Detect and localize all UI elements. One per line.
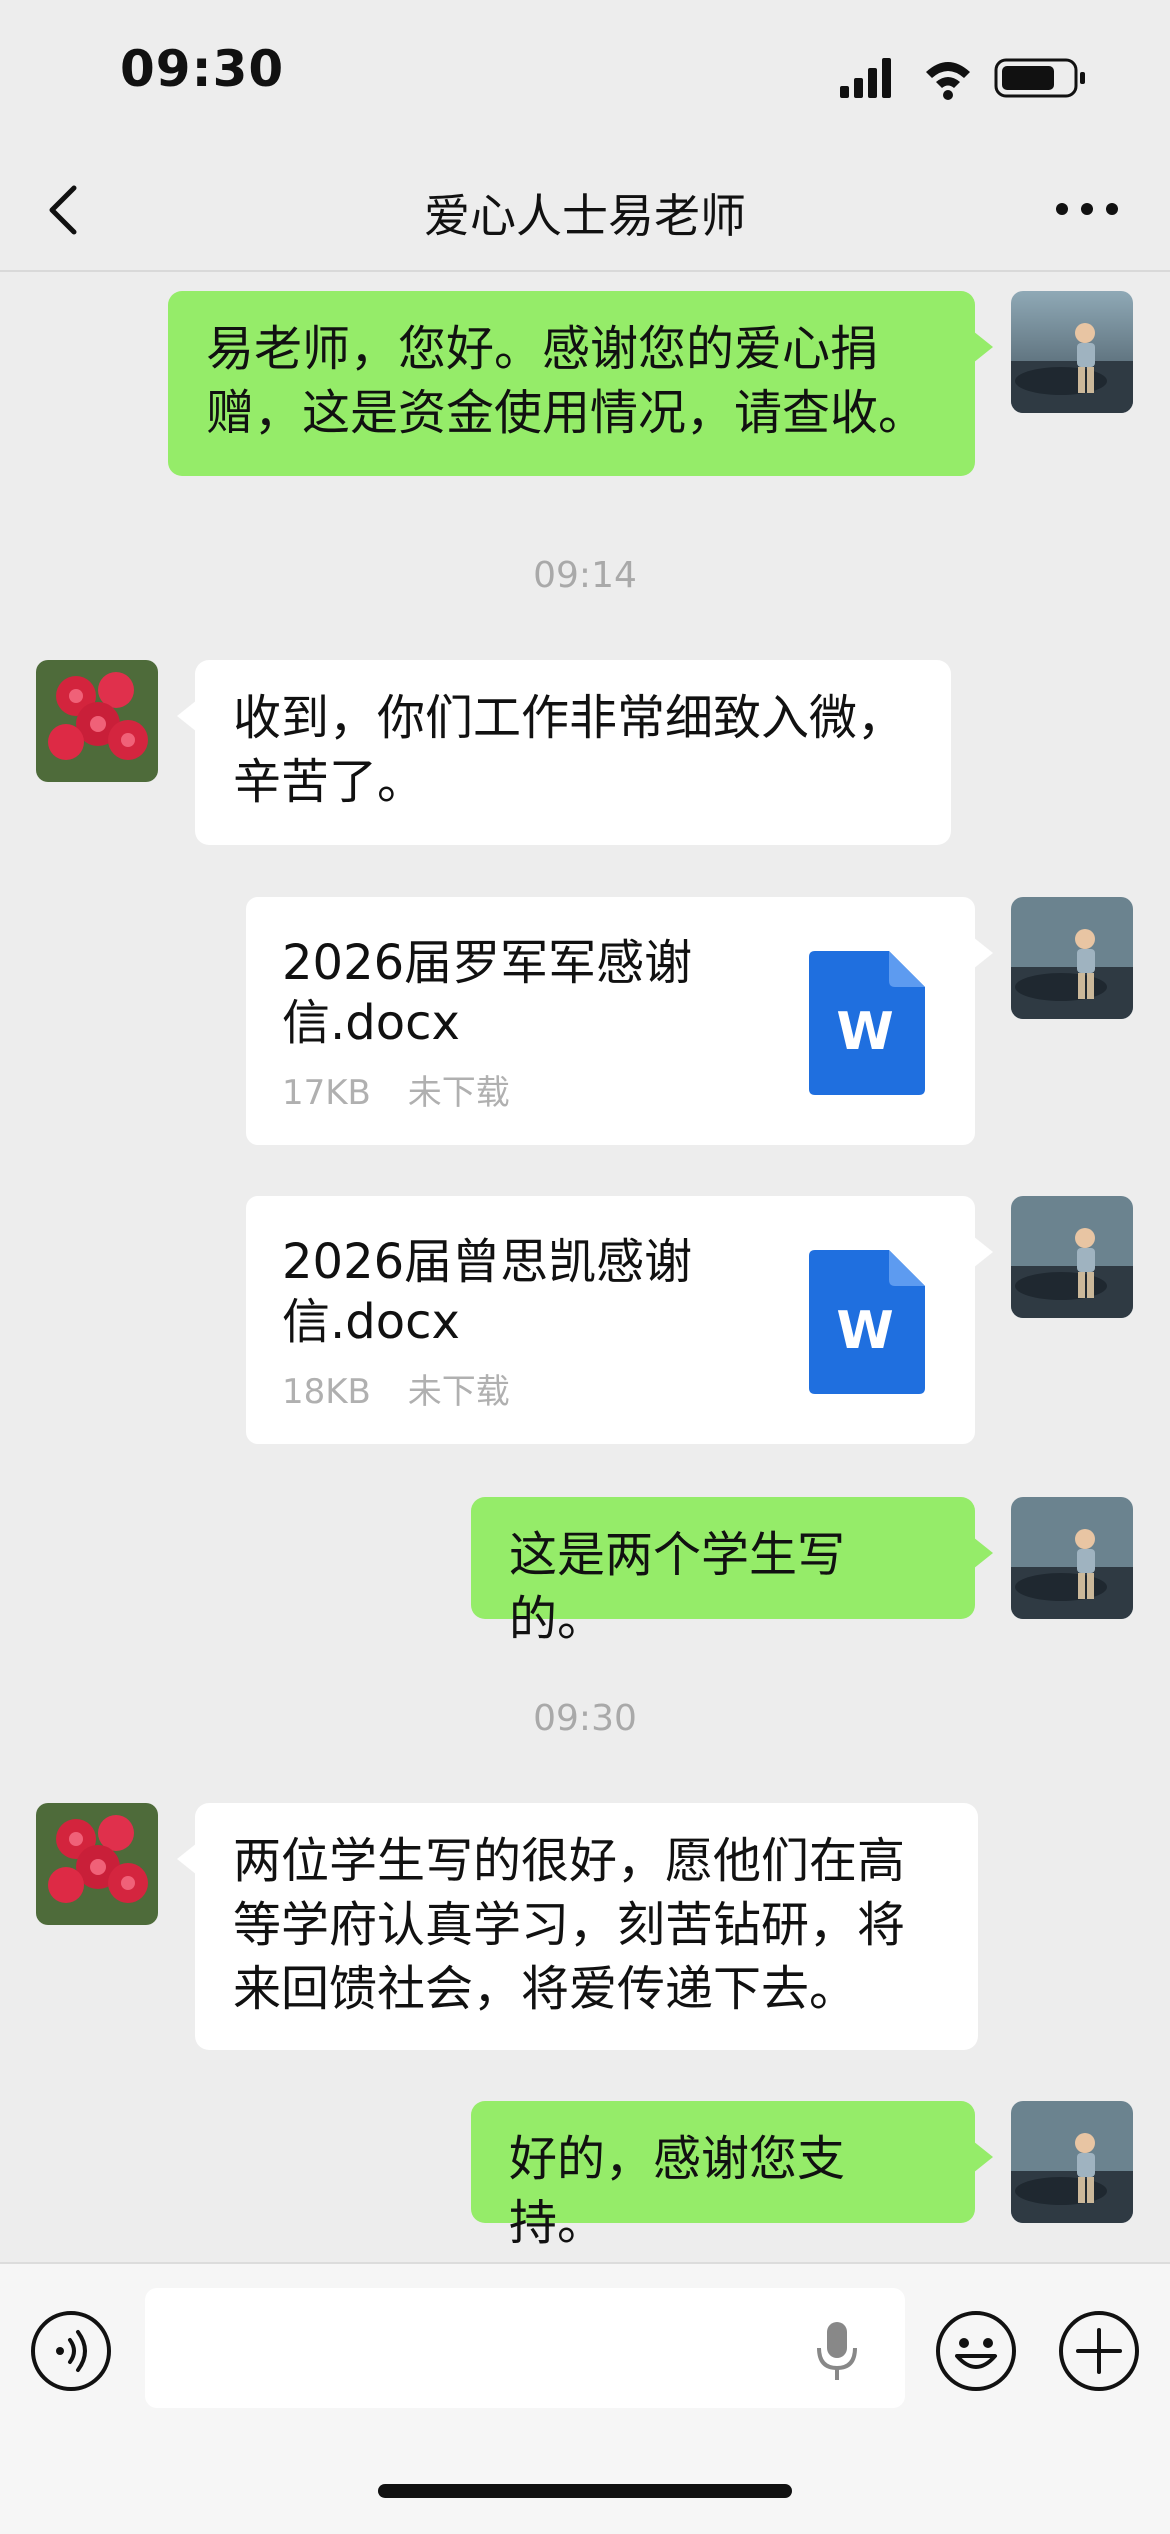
message-text: 收到，你们工作非常细致入微，辛苦了。 xyxy=(233,690,906,810)
avatar-other[interactable] xyxy=(36,660,158,782)
message-text: 这是两个学生写的。 xyxy=(509,1527,846,1647)
more-icon[interactable] xyxy=(1052,194,1122,224)
svg-text:W: W xyxy=(836,1301,893,1361)
message-bubble-self[interactable]: 易老师，您好。感谢您的爱心捐赠，这是资金使用情况，请查收。 xyxy=(168,291,993,476)
input-bar xyxy=(0,2262,1170,2534)
chat-header: 爱心人士易老师 xyxy=(0,150,1170,272)
message-bubble-other[interactable]: 收到，你们工作非常细致入微，辛苦了。 xyxy=(177,660,951,845)
signal-icon xyxy=(840,58,891,98)
status-bar: 09:30 xyxy=(0,0,1170,150)
file-message-card[interactable]: 2026届曾思凯感谢信.docx 18KB 未下载 W xyxy=(246,1196,993,1444)
message-bubble-other[interactable]: 两位学生写的很好，愿他们在高等学府认真学习，刻苦钻研，将来回馈社会，将爱传递下去… xyxy=(177,1803,978,2050)
message-text: 易老师，您好。感谢您的爱心捐赠，这是资金使用情况，请查收。 xyxy=(206,321,927,441)
file-meta: 18KB 未下载 xyxy=(282,1364,510,1413)
battery-icon xyxy=(994,58,1085,98)
message-bubble-self[interactable]: 好的，感谢您支持。 xyxy=(471,2101,993,2251)
svg-text:W: W xyxy=(836,1002,893,1062)
self-avatar-image xyxy=(1011,291,1133,413)
other-avatar-image xyxy=(36,660,158,782)
message-text: 好的，感谢您支持。 xyxy=(509,2131,846,2251)
avatar-self[interactable] xyxy=(1011,1497,1133,1619)
status-time: 09:30 xyxy=(120,40,285,98)
file-size: 17KB xyxy=(282,1073,371,1113)
wifi-icon xyxy=(926,62,970,100)
message-text: 两位学生写的很好，愿他们在高等学府认真学习，刻苦钻研，将来回馈社会，将爱传递下去… xyxy=(233,1833,906,2017)
file-message-card[interactable]: 2026届罗军军感谢信.docx 17KB 未下载 W xyxy=(246,897,993,1145)
file-status: 未下载 xyxy=(407,1073,510,1113)
file-name: 2026届罗军军感谢信.docx xyxy=(282,935,693,1051)
file-status: 未下载 xyxy=(407,1372,510,1412)
file-name: 2026届曾思凯感谢信.docx xyxy=(282,1234,693,1350)
word-file-icon: W xyxy=(809,1250,925,1394)
avatar-self[interactable] xyxy=(1011,1196,1133,1318)
message-input[interactable] xyxy=(145,2288,905,2408)
timestamp: 09:14 xyxy=(533,555,637,596)
avatar-self[interactable] xyxy=(1011,2101,1133,2223)
avatar-self[interactable] xyxy=(1011,897,1133,1019)
voice-icon[interactable] xyxy=(30,2310,112,2392)
avatar-other[interactable] xyxy=(36,1803,158,1925)
mic-icon[interactable] xyxy=(815,2320,859,2384)
file-meta: 17KB 未下载 xyxy=(282,1065,510,1114)
emoji-icon[interactable] xyxy=(935,2310,1017,2392)
message-bubble-self[interactable]: 这是两个学生写的。 xyxy=(471,1497,993,1647)
chat-title: 爱心人士易老师 xyxy=(424,189,746,243)
plus-icon[interactable] xyxy=(1058,2310,1140,2392)
home-indicator xyxy=(378,2484,792,2498)
status-icons xyxy=(840,58,1085,100)
avatar-self[interactable] xyxy=(1011,291,1133,413)
word-file-icon: W xyxy=(809,951,925,1095)
file-size: 18KB xyxy=(282,1372,371,1412)
timestamp: 09:30 xyxy=(533,1698,637,1739)
